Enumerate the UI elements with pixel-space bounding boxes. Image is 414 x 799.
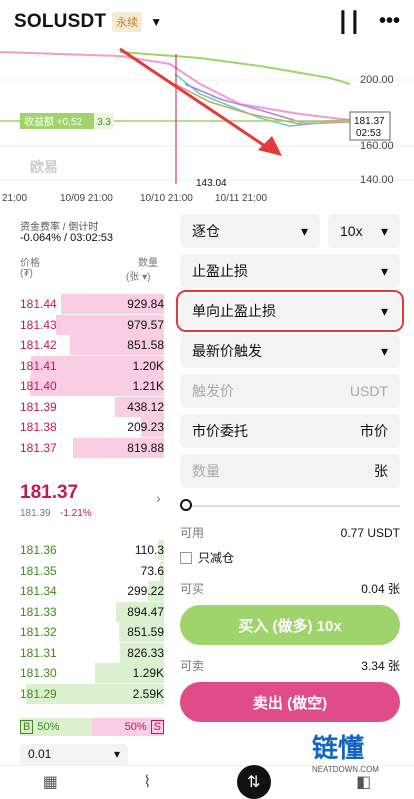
margin-mode-select[interactable]: 逐仓 ▾ [180, 214, 320, 248]
wallet-icon[interactable]: ◧ [356, 772, 371, 792]
svg-text:10/10 21:00: 10/10 21:00 [140, 193, 193, 204]
bottom-nav: ▦ ⌇ ⇅ ◧ [0, 764, 414, 799]
ask-row[interactable]: 181.40 1.21K [20, 376, 164, 396]
bid-row[interactable]: 181.29 2.59K [20, 683, 164, 704]
exec-type-select[interactable]: 市价委托 市价 [180, 414, 400, 448]
quantity-input[interactable]: 数量张 [180, 454, 400, 488]
sub-order-type-select[interactable]: 单向止盈止损 ▾ [176, 290, 404, 332]
svg-text:3.3: 3.3 [97, 117, 111, 128]
trigger-type-select[interactable]: 最新价触发 ▾ [180, 334, 400, 368]
order-book: 资金费率 / 倒计时 -0.064% / 03:02:53 价格 (₮) 数量 … [0, 204, 170, 766]
ask-row[interactable]: 181.39 438.12 [20, 396, 164, 417]
low-mark: 143.04 [196, 178, 227, 189]
chevron-down-icon[interactable]: ▼ [150, 15, 162, 29]
svg-text:21:00: 21:00 [2, 193, 27, 204]
leverage-select[interactable]: 10x ▾ [328, 214, 400, 248]
last-price: 181.37 [20, 482, 79, 503]
perpetual-tag: 永续 [112, 12, 143, 32]
ask-row[interactable]: 181.43 979.57 [20, 314, 164, 335]
candle-timer: 02:53 [356, 128, 381, 139]
ask-row[interactable]: 181.41 1.20K [20, 355, 164, 376]
bid-row[interactable]: 181.31 826.33 [20, 642, 164, 663]
top-bar: SOLUSDT 永续 ▼ ┃┃ ••• [0, 0, 414, 44]
ask-row[interactable]: 181.44 929.84 [20, 294, 164, 314]
svg-text:200.00: 200.00 [360, 74, 394, 86]
pair-title[interactable]: SOLUSDT [14, 11, 106, 33]
tick-select[interactable]: 0.01 ▾ [20, 744, 128, 766]
svg-text:140.00: 140.00 [360, 174, 394, 186]
sell-short-button[interactable]: 卖出 (做空) [180, 682, 400, 722]
trigger-price-input[interactable]: 触发价 USDT [180, 374, 400, 408]
more-icon[interactable]: ••• [379, 10, 400, 35]
ask-row[interactable]: 181.37 819.88 [20, 437, 164, 458]
watermark-logo: 欧易 [30, 159, 58, 175]
ask-row[interactable]: 181.38 209.23 [20, 417, 164, 437]
trade-icon[interactable]: ⇅ [236, 764, 271, 799]
order-type-select[interactable]: 止盈止损 ▾ [180, 254, 400, 288]
amount-slider[interactable] [180, 494, 400, 518]
current-price-tag: 181.37 [354, 116, 385, 127]
grid-icon[interactable]: ▦ [43, 772, 58, 792]
buy-long-button[interactable]: 买入 (做多) 10x [180, 605, 400, 645]
candlestick-icon[interactable]: ┃┃ [337, 10, 361, 35]
svg-text:10/09 21:00: 10/09 21:00 [60, 193, 113, 204]
bid-row[interactable]: 181.36 110.3 [20, 540, 164, 560]
pnl-badge: 收益额 +0.52 [24, 115, 83, 128]
chart-icon[interactable]: ⌇ [143, 772, 151, 792]
svg-text:10/11 21:00: 10/11 21:00 [215, 193, 268, 204]
ask-row[interactable]: 181.42 851.58 [20, 335, 164, 355]
bid-row[interactable]: 181.34 299.22 [20, 581, 164, 601]
bid-row[interactable]: 181.33 894.47 [20, 601, 164, 622]
bid-row[interactable]: 181.35 73.6 [20, 560, 164, 581]
bid-row[interactable]: 181.32 851.59 [20, 622, 164, 642]
order-panel: 逐仓 ▾ 10x ▾ 止盈止损 ▾ 单向止盈止损 ▾ 最新价触发 ▾ 触发价 USDT 市价… [176, 214, 404, 722]
svg-text:160.00: 160.00 [360, 140, 394, 152]
bid-row[interactable]: 181.30 1.29K [20, 663, 164, 683]
price-chart[interactable]: 收益额 +0.52 3.3 200.00 160.00 140.00 181.3… [0, 44, 414, 204]
chevron-right-icon[interactable]: › [156, 490, 161, 506]
reduce-only-checkbox[interactable]: 只减仓 [180, 549, 400, 566]
